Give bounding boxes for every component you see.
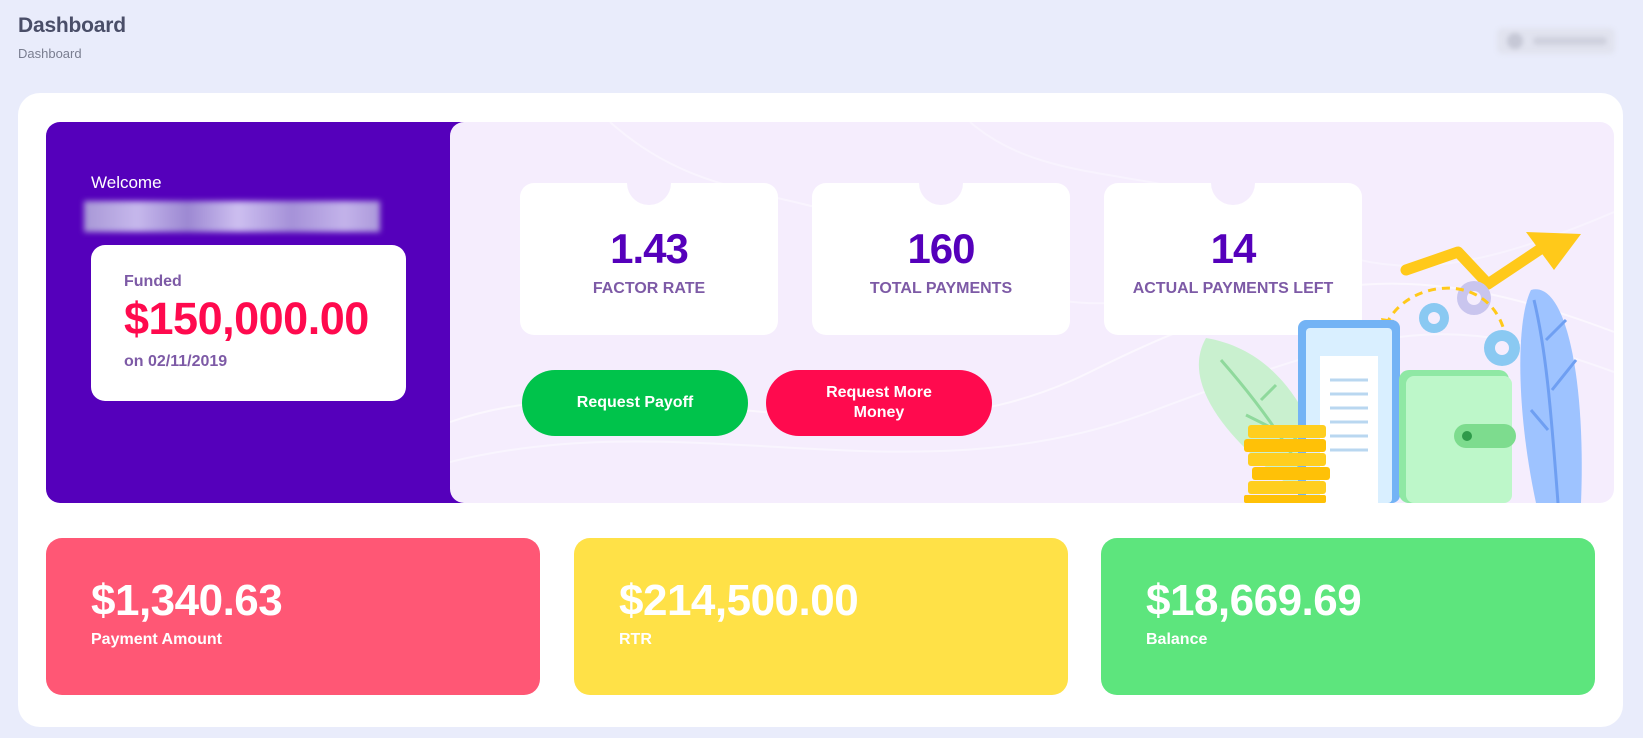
- stat-card-factor-rate: 1.43 FACTOR RATE: [520, 161, 778, 335]
- hero-panel: Welcome Funded $150,000.00 on 02/11/2019…: [46, 122, 1614, 503]
- user-name-redacted: [84, 201, 380, 232]
- welcome-greeting: Welcome: [91, 173, 162, 192]
- user-name-redacted: [1533, 37, 1607, 45]
- request-more-money-label: Request More Money: [826, 384, 932, 421]
- funded-card: Funded $150,000.00 on 02/11/2019: [91, 245, 406, 401]
- balance-label: Balance: [1146, 631, 1208, 648]
- request-payoff-button[interactable]: Request Payoff: [522, 370, 748, 436]
- payment-amount-label: Payment Amount: [91, 631, 222, 648]
- balance-value: $18,669.69: [1146, 576, 1362, 625]
- stat-card-total-payments: 160 TOTAL PAYMENTS: [812, 161, 1070, 335]
- rtr-label: RTR: [619, 631, 652, 648]
- funded-amount: $150,000.00: [124, 293, 369, 344]
- stat-value: 1.43: [610, 225, 689, 272]
- balance-card: $18,669.69 Balance: [1101, 538, 1595, 695]
- breadcrumb[interactable]: Dashboard: [18, 46, 126, 61]
- funded-label: Funded: [124, 273, 182, 290]
- stats-panel: 1.43 FACTOR RATE 160 TOTAL PAYMENTS 14 A…: [450, 122, 1614, 503]
- wallet-coins-growth-illustration-icon: [1198, 232, 1582, 503]
- stat-label: FACTOR RATE: [592, 280, 706, 297]
- stat-value: 160: [907, 225, 975, 272]
- avatar: [1507, 33, 1523, 49]
- page-header: Dashboard Dashboard: [18, 14, 126, 61]
- user-menu[interactable]: [1497, 28, 1615, 54]
- main-card: Welcome Funded $150,000.00 on 02/11/2019…: [18, 93, 1623, 727]
- rtr-card: $214,500.00 RTR: [574, 538, 1068, 695]
- rtr-value: $214,500.00: [619, 576, 859, 625]
- request-more-money-button[interactable]: Request More Money: [766, 370, 992, 436]
- payment-amount-value: $1,340.63: [91, 576, 283, 625]
- page-title: Dashboard: [18, 14, 126, 37]
- welcome-panel: Welcome Funded $150,000.00 on 02/11/2019: [46, 122, 486, 503]
- stat-label: TOTAL PAYMENTS: [869, 280, 1013, 297]
- payment-amount-card: $1,340.63 Payment Amount: [46, 538, 540, 695]
- funded-date: on 02/11/2019: [124, 353, 228, 370]
